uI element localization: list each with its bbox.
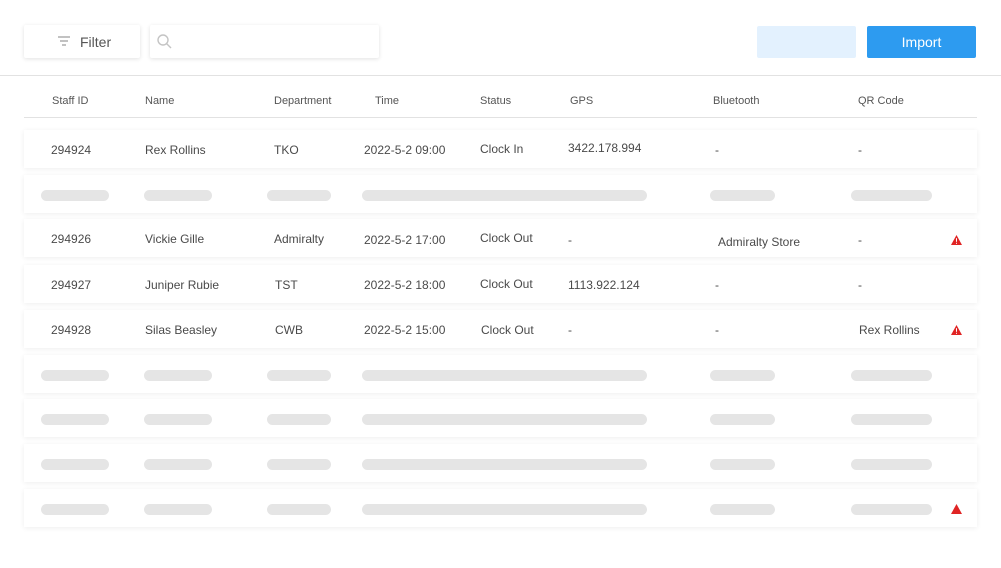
skeleton-row xyxy=(24,355,977,393)
skeleton-bar xyxy=(41,504,109,515)
warning-icon[interactable] xyxy=(951,235,962,245)
skeleton-bar xyxy=(41,459,109,470)
skeleton-bar xyxy=(267,459,331,470)
column-header-department: Department xyxy=(274,95,332,107)
column-header-qr-code: QR Code xyxy=(858,95,904,107)
cell-name: Rex Rollins xyxy=(145,143,206,157)
cell-gps: - xyxy=(568,233,572,247)
cell-gps: - xyxy=(568,323,572,337)
cell-bluetooth: Admiralty Store xyxy=(718,235,801,249)
cell-qr-code: - xyxy=(858,143,862,157)
cell-staff-id: 294927 xyxy=(51,278,92,292)
cell-name: Vickie Gille xyxy=(145,232,205,246)
skeleton-bar xyxy=(851,190,932,201)
column-header-time: Time xyxy=(375,95,400,107)
skeleton-bar xyxy=(267,370,331,381)
cell-bluetooth: - xyxy=(715,143,719,157)
cell-department: Admiralty xyxy=(274,232,325,246)
cell-department: CWB xyxy=(275,323,303,337)
skeleton-bar xyxy=(362,370,647,381)
filter-label: Filter xyxy=(80,33,112,50)
column-header-name: Name xyxy=(145,95,175,107)
skeleton-bar xyxy=(267,190,331,201)
search-icon xyxy=(157,34,172,49)
cell-staff-id: 294926 xyxy=(51,232,92,246)
skeleton-bar xyxy=(144,370,212,381)
cell-name: Silas Beasley xyxy=(145,323,218,337)
skeleton-row xyxy=(24,175,977,213)
skeleton-bar xyxy=(41,370,109,381)
skeleton-bar xyxy=(267,504,331,515)
cell-status: Clock In xyxy=(480,142,524,156)
skeleton-bar xyxy=(362,459,647,470)
skeleton-row xyxy=(24,444,977,482)
skeleton-bar xyxy=(144,190,212,201)
skeleton-row xyxy=(24,399,977,437)
cell-department: TKO xyxy=(274,143,299,157)
cell-staff-id: 294924 xyxy=(51,143,92,157)
cell-time: 2022-5-2 15:00 xyxy=(364,323,446,337)
cell-status: Clock Out xyxy=(480,277,533,291)
table-row[interactable]: 294926 Vickie Gille Admiralty 2022-5-2 1… xyxy=(24,219,977,257)
skeleton-bar xyxy=(41,190,109,201)
skeleton-bar xyxy=(362,414,647,425)
skeleton-row xyxy=(24,489,977,527)
cell-qr-code: - xyxy=(858,233,862,247)
skeleton-bar xyxy=(710,414,775,425)
search-input[interactable] xyxy=(182,25,372,58)
skeleton-bar xyxy=(144,504,212,515)
table-row[interactable]: 294928 Silas Beasley CWB 2022-5-2 15:00 … xyxy=(24,310,977,348)
skeleton-bar xyxy=(851,504,932,515)
column-header-status: Status xyxy=(480,95,512,107)
cell-time: 2022-5-2 09:00 xyxy=(364,143,446,157)
cell-status: Clock Out xyxy=(481,323,534,337)
cell-status: Clock Out xyxy=(480,231,533,245)
skeleton-bar xyxy=(41,414,109,425)
skeleton-bar xyxy=(362,190,647,201)
cell-department: TST xyxy=(275,278,298,292)
skeleton-bar xyxy=(144,414,212,425)
cell-qr-code: - xyxy=(858,278,862,292)
skeleton-bar xyxy=(267,414,331,425)
import-button-label: Import xyxy=(901,34,942,50)
skeleton-bar xyxy=(710,370,775,381)
cell-bluetooth: - xyxy=(715,323,719,337)
cell-staff-id: 294928 xyxy=(51,323,92,337)
skeleton-bar xyxy=(710,459,775,470)
cell-name: Juniper Rubie xyxy=(145,278,220,292)
column-header-gps: GPS xyxy=(570,95,594,107)
cell-qr-code: Rex Rollins xyxy=(859,323,920,337)
secondary-button[interactable] xyxy=(757,26,856,58)
cell-time: 2022-5-2 17:00 xyxy=(364,233,446,247)
cell-time: 2022-5-2 18:00 xyxy=(364,278,446,292)
column-header-staff-id: Staff ID xyxy=(52,95,89,107)
toolbar: Filter Import xyxy=(0,0,1001,76)
cell-gps: 3422.178.994 xyxy=(568,141,642,155)
skeleton-bar xyxy=(362,504,647,515)
table-row[interactable]: 294927 Juniper Rubie TST 2022-5-2 18:00 … xyxy=(24,265,977,303)
filter-button[interactable]: Filter xyxy=(24,25,140,58)
table-row[interactable]: 294924 Rex Rollins TKO 2022-5-2 09:00 Cl… xyxy=(24,130,977,168)
cell-bluetooth: - xyxy=(715,278,719,292)
cell-gps: 1113.922.124 xyxy=(568,278,640,292)
skeleton-bar xyxy=(710,504,775,515)
search-box[interactable] xyxy=(150,25,379,58)
skeleton-bar xyxy=(851,370,932,381)
import-button[interactable]: Import xyxy=(867,26,976,58)
warning-icon[interactable] xyxy=(951,504,962,514)
warning-icon[interactable] xyxy=(951,325,962,335)
skeleton-bar xyxy=(851,414,932,425)
column-header-bluetooth: Bluetooth xyxy=(713,95,760,107)
skeleton-bar xyxy=(710,190,775,201)
skeleton-bar xyxy=(144,459,212,470)
table-header: Staff ID Name Department Time Status GPS… xyxy=(24,84,977,118)
skeleton-bar xyxy=(851,459,932,470)
filter-icon xyxy=(58,36,70,46)
